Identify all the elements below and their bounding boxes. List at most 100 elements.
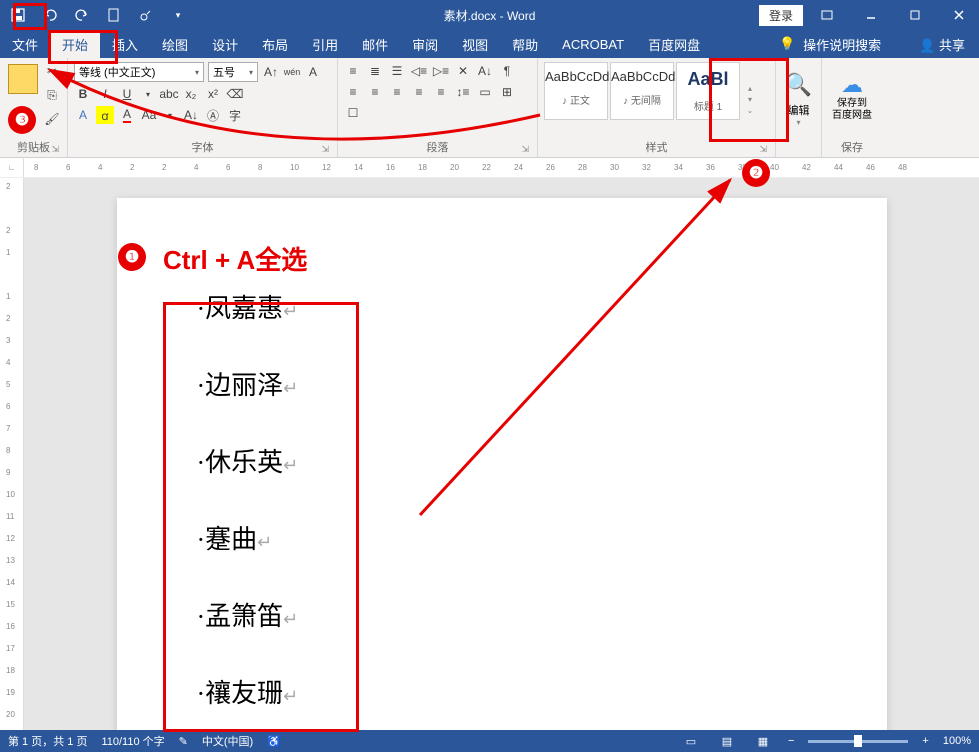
tab-design[interactable]: 设计: [200, 30, 250, 58]
zoom-slider[interactable]: [808, 740, 908, 743]
tab-review[interactable]: 审阅: [400, 30, 450, 58]
tab-mailings[interactable]: 邮件: [350, 30, 400, 58]
subscript-icon[interactable]: x₂: [182, 85, 200, 103]
undo-icon[interactable]: [38, 3, 62, 27]
save-icon[interactable]: [6, 3, 30, 27]
tab-file[interactable]: 文件: [0, 30, 50, 58]
superscript-icon[interactable]: x²: [204, 85, 222, 103]
tab-home[interactable]: 开始: [50, 30, 100, 58]
document-canvas[interactable]: ·凤嘉惠↵ ·边丽泽↵ ·休乐英↵ ·蹇曲↵ ·孟箫笛↵ ·禳友珊↵: [24, 178, 979, 730]
shading-icon[interactable]: ▭: [476, 83, 494, 101]
tell-me-search[interactable]: 操作说明搜索: [803, 35, 881, 54]
web-layout-icon[interactable]: ▦: [752, 732, 774, 750]
paste-button[interactable]: [6, 62, 39, 96]
asian-layout-icon[interactable]: ✕: [454, 62, 472, 80]
find-icon[interactable]: 🔍: [782, 72, 815, 98]
zoom-in-icon[interactable]: +: [922, 735, 928, 747]
document-line[interactable]: ·禳友珊↵: [197, 673, 807, 710]
document-line[interactable]: ·休乐英↵: [197, 442, 807, 479]
text-effects-icon[interactable]: A: [74, 106, 92, 124]
show-marks-icon[interactable]: ¶: [498, 62, 516, 80]
login-button[interactable]: 登录: [759, 5, 803, 26]
tab-insert[interactable]: 插入: [100, 30, 150, 58]
tab-help[interactable]: 帮助: [500, 30, 550, 58]
change-case-icon[interactable]: Aa: [140, 106, 158, 124]
bullets-icon[interactable]: ≡: [344, 62, 362, 80]
redo-icon[interactable]: [70, 3, 94, 27]
numbering-icon[interactable]: ≣: [366, 62, 384, 80]
ruler-vertical[interactable]: 2211234567891011121314151617181920: [0, 178, 24, 730]
styles-down-icon[interactable]: ▾: [742, 95, 758, 104]
strikethrough-icon[interactable]: abc: [160, 85, 178, 103]
multilevel-icon[interactable]: ☰: [388, 62, 406, 80]
style-heading1[interactable]: AaBl 标题 1: [676, 62, 740, 120]
border-dropdown-icon[interactable]: ☐: [344, 104, 362, 122]
copy-icon[interactable]: ⎘: [43, 86, 61, 104]
font-name-combo[interactable]: 等线 (中文正文)▾: [74, 62, 204, 82]
font-launcher-icon[interactable]: ⇲: [321, 144, 329, 155]
decrease-indent-icon[interactable]: ◁≡: [410, 62, 428, 80]
new-doc-icon[interactable]: [102, 3, 126, 27]
close-icon[interactable]: [939, 0, 979, 30]
paragraph-launcher-icon[interactable]: ⇲: [521, 144, 529, 155]
document-line[interactable]: ·边丽泽↵: [197, 365, 807, 402]
style-nospace[interactable]: AaBbCcDd ♪ 无间隔: [610, 62, 674, 120]
justify-icon[interactable]: ≡: [410, 83, 428, 101]
increase-indent-icon[interactable]: ▷≡: [432, 62, 450, 80]
language-status[interactable]: 中文(中国): [202, 733, 253, 749]
document-line[interactable]: ·凤嘉惠↵: [197, 288, 807, 325]
bold-icon[interactable]: B: [74, 85, 92, 103]
char-shading-icon[interactable]: Ⓐ: [204, 106, 222, 124]
tab-baidu[interactable]: 百度网盘: [636, 30, 712, 58]
underline-icon[interactable]: U: [118, 85, 136, 103]
page[interactable]: ·凤嘉惠↵ ·边丽泽↵ ·休乐英↵ ·蹇曲↵ ·孟箫笛↵ ·禳友珊↵: [117, 198, 887, 730]
minimize-icon[interactable]: [851, 0, 891, 30]
cut-icon[interactable]: ✂: [43, 62, 61, 80]
ribbon-display-icon[interactable]: [807, 0, 847, 30]
document-line[interactable]: ·蹇曲↵: [197, 519, 807, 556]
align-left-icon[interactable]: ≡: [344, 83, 362, 101]
font-size-combo[interactable]: 五号▾: [208, 62, 258, 82]
format-painter-icon[interactable]: 🖌: [43, 110, 61, 128]
grow-font-icon[interactable]: A↑: [262, 63, 280, 81]
highlight-icon[interactable]: ꭤ: [96, 106, 114, 124]
edit-label[interactable]: 编辑: [782, 102, 815, 118]
save-baidu-button[interactable]: 保存到 百度网盘: [828, 98, 876, 122]
align-right-icon[interactable]: ≡: [388, 83, 406, 101]
print-layout-icon[interactable]: ▤: [716, 732, 738, 750]
zoom-thumb[interactable]: [854, 735, 862, 747]
document-line[interactable]: ·孟箫笛↵: [197, 596, 807, 633]
page-status[interactable]: 第 1 页，共 1 页: [8, 733, 87, 749]
zoom-out-icon[interactable]: −: [788, 735, 794, 747]
tab-view[interactable]: 视图: [450, 30, 500, 58]
styles-up-icon[interactable]: ▴: [742, 84, 758, 93]
italic-icon[interactable]: I: [96, 85, 114, 103]
ruler-scale[interactable]: 8642246810121416182022242628303234363840…: [24, 158, 979, 177]
edit-dropdown-icon[interactable]: ▾: [782, 118, 815, 127]
accessibility-icon[interactable]: ♿: [267, 735, 281, 748]
touch-mode-icon[interactable]: [134, 3, 158, 27]
tab-acrobat[interactable]: ACROBAT: [550, 30, 636, 58]
case-dropdown-icon[interactable]: ▾: [162, 106, 178, 124]
char-border-icon[interactable]: A: [304, 63, 322, 81]
clipboard-launcher-icon[interactable]: ⇲: [51, 144, 59, 155]
underline-dropdown-icon[interactable]: ▾: [140, 85, 156, 103]
tab-references[interactable]: 引用: [300, 30, 350, 58]
phonetic-guide-icon[interactable]: wén: [284, 63, 300, 81]
maximize-icon[interactable]: [895, 0, 935, 30]
shrink-font-icon[interactable]: A↓: [182, 106, 200, 124]
borders-icon[interactable]: ⊞: [498, 83, 516, 101]
enclose-char-icon[interactable]: 字: [226, 106, 244, 124]
tab-layout[interactable]: 布局: [250, 30, 300, 58]
share-button[interactable]: 👤 共享: [919, 35, 965, 54]
cloud-save-icon[interactable]: ☁: [828, 72, 876, 98]
proofing-icon[interactable]: ✎: [179, 735, 188, 748]
word-count[interactable]: 110/110 个字: [101, 733, 164, 749]
styles-launcher-icon[interactable]: ⇲: [759, 144, 767, 155]
clear-format-icon[interactable]: ⌫: [226, 85, 244, 103]
align-center-icon[interactable]: ≡: [366, 83, 384, 101]
qat-customize-icon[interactable]: ▾: [166, 3, 190, 27]
tab-draw[interactable]: 绘图: [150, 30, 200, 58]
sort-icon[interactable]: A↓: [476, 62, 494, 80]
font-color-icon[interactable]: A: [118, 106, 136, 124]
